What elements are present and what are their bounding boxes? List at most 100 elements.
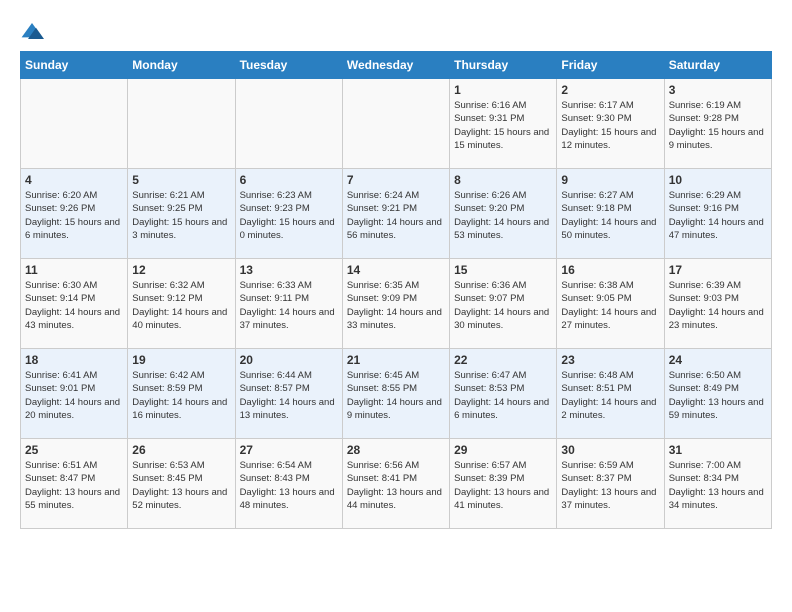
day-number: 12 (132, 263, 230, 277)
day-info: Sunrise: 6:32 AM Sunset: 9:12 PM Dayligh… (132, 279, 230, 332)
day-info: Sunrise: 7:00 AM Sunset: 8:34 PM Dayligh… (669, 459, 767, 512)
calendar-cell: 31Sunrise: 7:00 AM Sunset: 8:34 PM Dayli… (664, 439, 771, 529)
day-info: Sunrise: 6:51 AM Sunset: 8:47 PM Dayligh… (25, 459, 123, 512)
day-number: 24 (669, 353, 767, 367)
calendar-cell: 13 Sunrise: 6:33 AM Sunset: 9:11 PM Dayli… (235, 259, 342, 349)
day-info: Sunrise: 6:59 AM Sunset: 8:37 PM Dayligh… (561, 459, 659, 512)
calendar-cell: 11 Sunrise: 6:30 AM Sunset: 9:14 PM Dayli… (21, 259, 128, 349)
day-number: 2 (561, 83, 659, 97)
day-number: 17 (669, 263, 767, 277)
day-info: Sunrise: 6:21 AM Sunset: 9:25 PM Dayligh… (132, 189, 230, 242)
day-info: Sunrise: 6:54 AM Sunset: 8:43 PM Dayligh… (240, 459, 338, 512)
calendar-cell: 5Sunrise: 6:21 AM Sunset: 9:25 PM Daylig… (128, 169, 235, 259)
day-info: Sunrise: 6:56 AM Sunset: 8:41 PM Dayligh… (347, 459, 445, 512)
day-number: 18 (25, 353, 123, 367)
calendar-cell: 18 Sunrise: 6:41 AM Sunset: 9:01 PM Dayli… (21, 349, 128, 439)
calendar-cell: 26 Sunrise: 6:53 AM Sunset: 8:45 PM Dayli… (128, 439, 235, 529)
day-info: Sunrise: 6:45 AM Sunset: 8:55 PM Dayligh… (347, 369, 445, 422)
calendar-cell: 19 Sunrise: 6:42 AM Sunset: 8:59 PM Dayli… (128, 349, 235, 439)
day-number: 1 (454, 83, 552, 97)
weekday-header-tuesday: Tuesday (235, 52, 342, 79)
day-info: Sunrise: 6:19 AM Sunset: 9:28 PM Dayligh… (669, 99, 767, 152)
day-info: Sunrise: 6:57 AM Sunset: 8:39 PM Dayligh… (454, 459, 552, 512)
page-header (20, 20, 772, 41)
calendar-cell: 27 Sunrise: 6:54 AM Sunset: 8:43 PM Dayli… (235, 439, 342, 529)
calendar-week-5: 25 Sunrise: 6:51 AM Sunset: 8:47 PM Dayli… (21, 439, 772, 529)
day-info: Sunrise: 6:38 AM Sunset: 9:05 PM Dayligh… (561, 279, 659, 332)
calendar-week-4: 18 Sunrise: 6:41 AM Sunset: 9:01 PM Dayli… (21, 349, 772, 439)
day-info: Sunrise: 6:48 AM Sunset: 8:51 PM Dayligh… (561, 369, 659, 422)
calendar-cell: 17 Sunrise: 6:39 AM Sunset: 9:03 PM Dayli… (664, 259, 771, 349)
weekday-header-friday: Friday (557, 52, 664, 79)
day-number: 21 (347, 353, 445, 367)
day-info: Sunrise: 6:36 AM Sunset: 9:07 PM Dayligh… (454, 279, 552, 332)
calendar-cell: 21 Sunrise: 6:45 AM Sunset: 8:55 PM Dayli… (342, 349, 449, 439)
day-info: Sunrise: 6:41 AM Sunset: 9:01 PM Dayligh… (25, 369, 123, 422)
calendar-cell (342, 79, 449, 169)
calendar-week-1: 1 Sunrise: 6:16 AM Sunset: 9:31 PM Daylig… (21, 79, 772, 169)
day-number: 10 (669, 173, 767, 187)
day-number: 25 (25, 443, 123, 457)
day-info: Sunrise: 6:47 AM Sunset: 8:53 PM Dayligh… (454, 369, 552, 422)
day-info: Sunrise: 6:44 AM Sunset: 8:57 PM Dayligh… (240, 369, 338, 422)
calendar-table: SundayMondayTuesdayWednesdayThursdayFrid… (20, 51, 772, 529)
day-info: Sunrise: 6:27 AM Sunset: 9:18 PM Dayligh… (561, 189, 659, 242)
calendar-cell: 28 Sunrise: 6:56 AM Sunset: 8:41 PM Dayli… (342, 439, 449, 529)
weekday-header-wednesday: Wednesday (342, 52, 449, 79)
day-info: Sunrise: 6:17 AM Sunset: 9:30 PM Dayligh… (561, 99, 659, 152)
day-info: Sunrise: 6:39 AM Sunset: 9:03 PM Dayligh… (669, 279, 767, 332)
weekday-header-sunday: Sunday (21, 52, 128, 79)
day-number: 28 (347, 443, 445, 457)
day-number: 6 (240, 173, 338, 187)
day-info: Sunrise: 6:42 AM Sunset: 8:59 PM Dayligh… (132, 369, 230, 422)
calendar-cell: 8 Sunrise: 6:26 AM Sunset: 9:20 PM Daylig… (450, 169, 557, 259)
calendar-cell: 14Sunrise: 6:35 AM Sunset: 9:09 PM Dayli… (342, 259, 449, 349)
calendar-cell (21, 79, 128, 169)
day-info: Sunrise: 6:16 AM Sunset: 9:31 PM Dayligh… (454, 99, 552, 152)
calendar-cell: 4 Sunrise: 6:20 AM Sunset: 9:26 PM Daylig… (21, 169, 128, 259)
weekday-header-thursday: Thursday (450, 52, 557, 79)
day-info: Sunrise: 6:20 AM Sunset: 9:26 PM Dayligh… (25, 189, 123, 242)
calendar-week-2: 4 Sunrise: 6:20 AM Sunset: 9:26 PM Daylig… (21, 169, 772, 259)
calendar-cell: 2 Sunrise: 6:17 AM Sunset: 9:30 PM Daylig… (557, 79, 664, 169)
day-number: 16 (561, 263, 659, 277)
calendar-cell: 7 Sunrise: 6:24 AM Sunset: 9:21 PM Daylig… (342, 169, 449, 259)
day-number: 7 (347, 173, 445, 187)
day-number: 23 (561, 353, 659, 367)
day-info: Sunrise: 6:26 AM Sunset: 9:20 PM Dayligh… (454, 189, 552, 242)
day-number: 13 (240, 263, 338, 277)
day-number: 29 (454, 443, 552, 457)
day-number: 26 (132, 443, 230, 457)
day-info: Sunrise: 6:24 AM Sunset: 9:21 PM Dayligh… (347, 189, 445, 242)
calendar-week-3: 11 Sunrise: 6:30 AM Sunset: 9:14 PM Dayli… (21, 259, 772, 349)
calendar-cell: 6 Sunrise: 6:23 AM Sunset: 9:23 PM Daylig… (235, 169, 342, 259)
calendar-cell: 30 Sunrise: 6:59 AM Sunset: 8:37 PM Dayli… (557, 439, 664, 529)
day-number: 8 (454, 173, 552, 187)
day-number: 3 (669, 83, 767, 97)
day-number: 11 (25, 263, 123, 277)
calendar-cell: 29 Sunrise: 6:57 AM Sunset: 8:39 PM Dayli… (450, 439, 557, 529)
day-number: 4 (25, 173, 123, 187)
calendar-cell: 22 Sunrise: 6:47 AM Sunset: 8:53 PM Dayli… (450, 349, 557, 439)
day-info: Sunrise: 6:33 AM Sunset: 9:11 PM Dayligh… (240, 279, 338, 332)
day-info: Sunrise: 6:23 AM Sunset: 9:23 PM Dayligh… (240, 189, 338, 242)
calendar-cell: 10 Sunrise: 6:29 AM Sunset: 9:16 PM Dayli… (664, 169, 771, 259)
calendar-cell (128, 79, 235, 169)
day-info: Sunrise: 6:30 AM Sunset: 9:14 PM Dayligh… (25, 279, 123, 332)
day-number: 27 (240, 443, 338, 457)
day-number: 30 (561, 443, 659, 457)
day-info: Sunrise: 6:29 AM Sunset: 9:16 PM Dayligh… (669, 189, 767, 242)
day-number: 15 (454, 263, 552, 277)
calendar-cell: 25 Sunrise: 6:51 AM Sunset: 8:47 PM Dayli… (21, 439, 128, 529)
day-number: 19 (132, 353, 230, 367)
calendar-cell (235, 79, 342, 169)
day-info: Sunrise: 6:53 AM Sunset: 8:45 PM Dayligh… (132, 459, 230, 512)
calendar-cell: 24Sunrise: 6:50 AM Sunset: 8:49 PM Dayli… (664, 349, 771, 439)
calendar-cell: 23 Sunrise: 6:48 AM Sunset: 8:51 PM Dayli… (557, 349, 664, 439)
weekday-header-monday: Monday (128, 52, 235, 79)
day-number: 22 (454, 353, 552, 367)
calendar-cell: 1 Sunrise: 6:16 AM Sunset: 9:31 PM Daylig… (450, 79, 557, 169)
calendar-cell: 9Sunrise: 6:27 AM Sunset: 9:18 PM Daylig… (557, 169, 664, 259)
logo-icon (20, 21, 44, 41)
day-number: 20 (240, 353, 338, 367)
